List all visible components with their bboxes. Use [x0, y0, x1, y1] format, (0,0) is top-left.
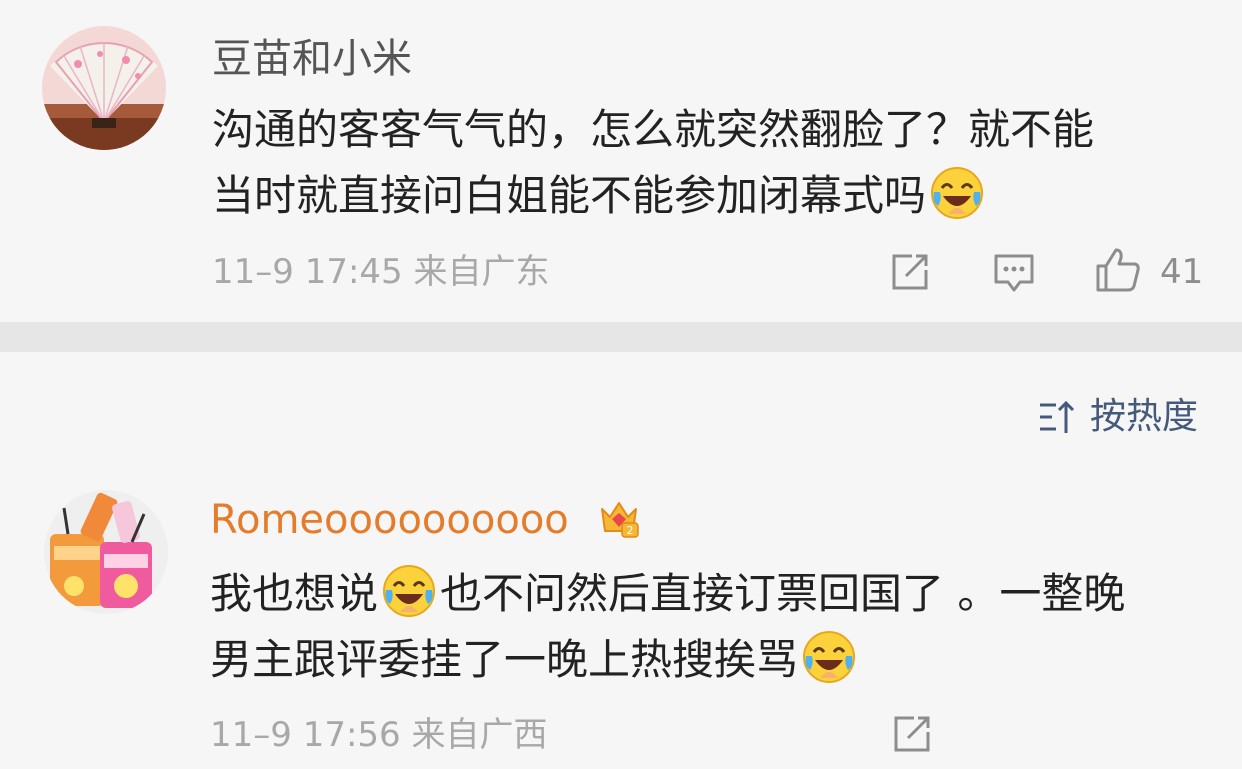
comment-text: 沟通的客客气气的，怎么就突然翻脸了？就不能 当时就直接问白姐能不能参加闭幕式吗: [212, 102, 1094, 222]
comment-text-line: 当时就直接问白姐能不能参加闭幕式吗: [212, 166, 1094, 222]
avatar-image: [42, 26, 166, 150]
repost-icon: [892, 254, 928, 290]
comment-item: Romeoooooooooo 2 我也想说 也不问然后直接订票回国了 。一整晚 …: [0, 470, 1242, 769]
comment-text-line: 沟通的客客气气的，怎么就突然翻脸了？就不能: [212, 105, 1095, 154]
laugh-cry-emoji: [803, 631, 856, 683]
comment-meta: 11–9 17:56 来自广西: [210, 715, 548, 755]
like-button[interactable]: [1094, 246, 1142, 294]
comment-meta: 11–9 17:45 来自广东: [212, 252, 550, 292]
comment-text-fragment: 我也想说: [210, 569, 379, 618]
sort-label: 按热度: [1089, 396, 1198, 437]
thumbs-up-icon: [1096, 248, 1140, 292]
sort-icon: [1039, 400, 1075, 433]
crown-badge-icon: 2: [601, 502, 639, 538]
laugh-cry-emoji: [383, 565, 436, 617]
comment-item: 豆苗和小米 沟通的客客气气的，怎么就突然翻脸了？就不能 当时就直接问白姐能不能参…: [0, 0, 1242, 322]
comment-icon: [994, 254, 1034, 292]
repost-button[interactable]: [888, 250, 932, 294]
avatar[interactable]: [44, 490, 168, 614]
svg-text:2: 2: [627, 524, 634, 537]
comment-text-line: 我也想说 也不问然后直接订票回国了 。一整晚: [210, 564, 1125, 620]
comment-feed: 豆苗和小米 沟通的客客气气的，怎么就突然翻脸了？就不能 当时就直接问白姐能不能参…: [0, 0, 1242, 769]
comment-text-fragment: 当时就直接问白姐能不能参加闭幕式吗: [212, 171, 927, 220]
repost-icon: [894, 716, 930, 752]
laugh-cry-emoji: [931, 167, 984, 219]
like-count: 41: [1160, 252, 1204, 292]
section-divider: [0, 322, 1242, 352]
avatar-image: [44, 490, 168, 614]
comment-text: 我也想说 也不问然后直接订票回国了 。一整晚 男主跟评委挂了一晚上热搜挨骂: [210, 564, 1125, 686]
avatar[interactable]: [42, 26, 166, 150]
crown-badge: 2: [598, 497, 640, 539]
comment-text-fragment: 男主跟评委挂了一晚上热搜挨骂: [210, 635, 799, 684]
username[interactable]: 豆苗和小米: [212, 35, 412, 83]
username[interactable]: Romeoooooooooo: [210, 496, 569, 544]
comment-text-fragment: 也不问然后直接订票回国了 。一整晚: [440, 569, 1126, 618]
reply-button[interactable]: [992, 250, 1036, 294]
sort-toggle[interactable]: 按热度: [1038, 395, 1198, 439]
comment-text-line: 男主跟评委挂了一晚上热搜挨骂: [210, 630, 1125, 686]
repost-button[interactable]: [890, 712, 934, 756]
